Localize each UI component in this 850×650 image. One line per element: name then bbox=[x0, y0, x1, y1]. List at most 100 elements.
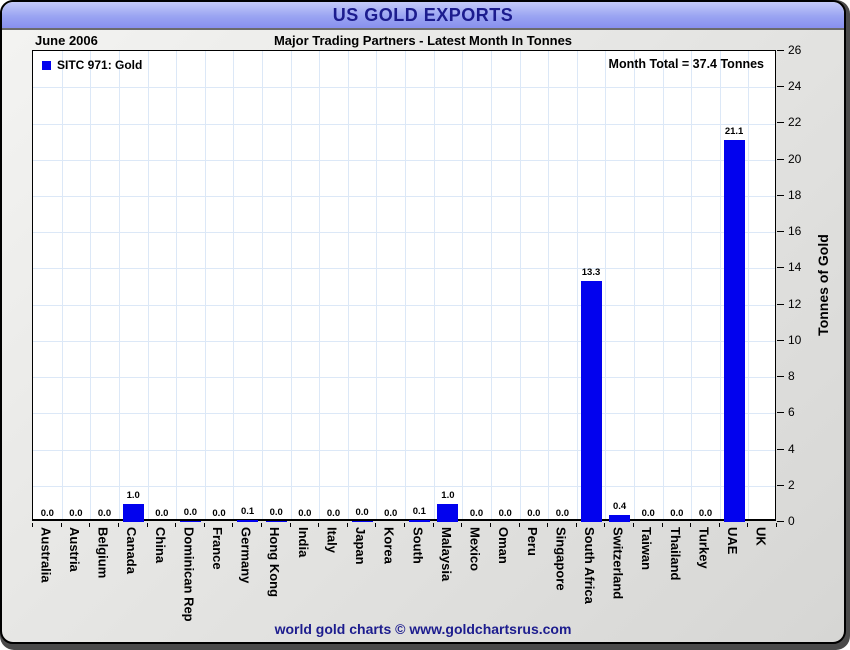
x-axis-label: Singapore bbox=[553, 527, 569, 591]
x-tick bbox=[776, 523, 777, 527]
x-axis-label: Austria bbox=[66, 527, 82, 572]
y-tick bbox=[777, 231, 784, 232]
bar-value-label: 21.1 bbox=[724, 126, 744, 137]
y-axis-title: Tonnes of Gold bbox=[815, 234, 831, 336]
x-tick bbox=[604, 523, 606, 527]
subtitle-row: June 2006 Major Trading Partners - Lates… bbox=[2, 33, 844, 50]
x-tick bbox=[404, 523, 405, 527]
y-tick bbox=[777, 340, 784, 341]
x-axis-label: Mexico bbox=[467, 527, 483, 572]
y-tick-label: 16 bbox=[788, 224, 802, 238]
bar-value-label: 0.0 bbox=[97, 508, 112, 519]
bar-germany bbox=[237, 520, 259, 522]
gridline-horizontal bbox=[33, 485, 775, 487]
chart-subtitle: Major Trading Partners - Latest Month In… bbox=[273, 33, 573, 48]
bar-japan bbox=[351, 521, 373, 522]
x-tick bbox=[89, 523, 91, 527]
gridline-horizontal bbox=[33, 195, 775, 197]
bar-hong-kong bbox=[265, 521, 287, 522]
x-tick bbox=[718, 523, 720, 527]
footer-credit: world gold charts © www.goldchartsrus.co… bbox=[274, 621, 572, 637]
x-axis-label: Switzerland bbox=[610, 527, 626, 600]
x-tick bbox=[146, 523, 148, 527]
bar-south bbox=[408, 520, 430, 522]
x-axis-label: UAE bbox=[725, 527, 741, 555]
legend-swatch-icon bbox=[42, 60, 51, 70]
legend-label: SITC 971: Gold bbox=[57, 58, 143, 72]
y-tick bbox=[777, 195, 784, 196]
y-tick-label: 24 bbox=[788, 79, 802, 93]
x-tick bbox=[690, 523, 692, 527]
x-axis-label: India bbox=[295, 527, 311, 558]
y-tick-label: 18 bbox=[788, 188, 802, 202]
gridline-horizontal bbox=[33, 304, 775, 306]
x-axis-label: France bbox=[210, 527, 225, 570]
gridline-horizontal bbox=[33, 123, 775, 125]
chart-window: US GOLD EXPORTS June 2006 Major Trading … bbox=[0, 0, 846, 644]
x-axis-label: Hong Kong bbox=[267, 527, 283, 598]
x-axis-label: Germany bbox=[238, 527, 254, 584]
y-tick-label: 8 bbox=[788, 369, 795, 383]
x-tick bbox=[432, 523, 434, 527]
bar-value-label: 0.1 bbox=[412, 506, 426, 517]
y-tick bbox=[777, 267, 784, 268]
y-tick-label: 22 bbox=[788, 115, 802, 129]
title-bar: US GOLD EXPORTS bbox=[2, 2, 844, 30]
x-axis-label: Malaysia bbox=[438, 527, 454, 582]
y-tick bbox=[777, 122, 784, 123]
legend: SITC 971: Gold bbox=[42, 58, 142, 72]
y-tick bbox=[777, 86, 784, 87]
bar-south-africa bbox=[580, 281, 602, 522]
chart-frame: US GOLD EXPORTS June 2006 Major Trading … bbox=[0, 0, 850, 650]
gridline-horizontal bbox=[33, 413, 775, 415]
x-tick bbox=[489, 523, 491, 527]
y-tick bbox=[777, 304, 784, 305]
plot-area: 0.0 0.0 0.0 1.0 0.0 0.0 0.0 0.1 0.0 0.0 0.0 0.0 0.0 0… bbox=[32, 50, 776, 522]
y-tick-label: 0 bbox=[788, 514, 795, 528]
x-tick bbox=[318, 523, 320, 527]
x-axis-label: Peru bbox=[524, 527, 540, 556]
gridline-horizontal bbox=[33, 449, 775, 451]
x-tick bbox=[175, 523, 177, 527]
page-title: US GOLD EXPORTS bbox=[332, 5, 514, 25]
x-axis-label: UK bbox=[753, 527, 769, 546]
x-tick bbox=[289, 523, 291, 527]
x-axis-label: Korea bbox=[381, 527, 397, 564]
bar-value-label: 1.0 bbox=[441, 490, 455, 501]
y-tick bbox=[777, 50, 784, 51]
x-tick bbox=[661, 523, 663, 527]
x-axis-label: Dominican Rep bbox=[181, 527, 197, 622]
month-total-annotation: Month Total = 37.4 Tonnes bbox=[608, 57, 764, 71]
x-axis-label: Canada bbox=[124, 527, 140, 574]
x-tick bbox=[346, 523, 348, 527]
x-axis-label: Oman bbox=[496, 527, 512, 564]
x-tick bbox=[575, 523, 577, 527]
x-axis-label: South bbox=[410, 527, 426, 564]
y-tick-label: 10 bbox=[788, 333, 802, 347]
x-axis-label: Belgium bbox=[95, 527, 111, 579]
x-axis-label: Japan bbox=[353, 527, 369, 565]
y-tick bbox=[777, 412, 784, 413]
x-tick bbox=[117, 523, 119, 527]
gridline-horizontal bbox=[33, 159, 775, 161]
x-axis-label: Thailand bbox=[667, 527, 683, 581]
x-tick bbox=[461, 523, 463, 527]
y-tick-label: 20 bbox=[788, 152, 802, 166]
x-tick bbox=[203, 523, 205, 527]
x-axis-label: South Africa bbox=[582, 527, 597, 604]
y-tick-label: 4 bbox=[788, 442, 795, 456]
bar-uae bbox=[723, 140, 745, 522]
y-tick-label: 12 bbox=[788, 297, 802, 311]
x-tick bbox=[518, 523, 520, 527]
x-axis-label: Taiwan bbox=[639, 527, 655, 571]
gridline-horizontal bbox=[33, 268, 775, 270]
x-tick bbox=[32, 523, 33, 527]
y-tick bbox=[777, 449, 784, 450]
y-tick bbox=[777, 485, 784, 486]
bar-dominican-rep bbox=[179, 521, 201, 522]
x-tick bbox=[547, 523, 549, 527]
gridline-horizontal bbox=[33, 232, 775, 234]
x-tick bbox=[260, 523, 262, 527]
bar-value-label: 13.3 bbox=[581, 267, 601, 278]
bar-value-label: 1.0 bbox=[126, 490, 140, 501]
